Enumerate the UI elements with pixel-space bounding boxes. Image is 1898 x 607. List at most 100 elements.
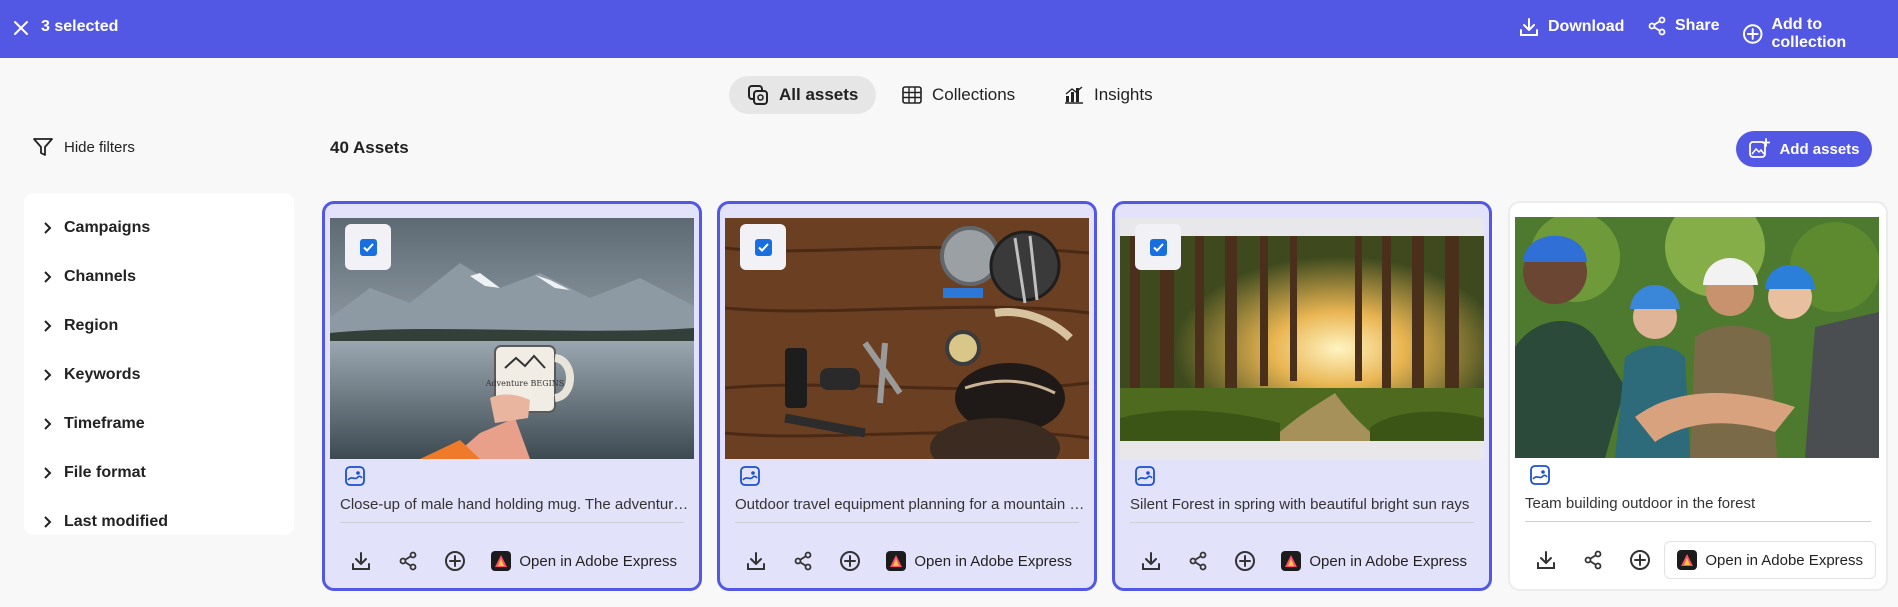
asset-card[interactable]: Adventure BEGINS Close-up of male hand h…: [322, 201, 702, 591]
divider: [1130, 522, 1474, 523]
tab-insights[interactable]: Insights: [1046, 76, 1171, 114]
add-to-collection-button[interactable]: Add to collection: [1742, 16, 1898, 52]
filter-last-modified[interactable]: Last modified: [24, 497, 294, 546]
asset-title: Close-up of male hand holding mug. The a…: [340, 496, 690, 513]
share-button[interactable]: [384, 541, 431, 581]
tab-label: Insights: [1094, 85, 1153, 104]
share-button[interactable]: [1569, 540, 1616, 580]
checkmark-icon: [754, 238, 772, 256]
open-label: Open in Adobe Express: [1309, 552, 1467, 570]
download-icon: [1536, 551, 1555, 569]
share-icon: [399, 551, 416, 571]
asset-actions: Open in Adobe Express: [1127, 541, 1479, 581]
tab-label: Collections: [932, 85, 1016, 104]
filter-label: Last modified: [64, 512, 169, 530]
asset-actions: Open in Adobe Express: [1522, 540, 1876, 580]
adobe-express-icon: [1281, 551, 1302, 571]
checkmark-icon: [1149, 238, 1167, 256]
download-button[interactable]: [337, 541, 384, 581]
share-icon: [1648, 16, 1666, 36]
filter-label: Keywords: [64, 365, 141, 383]
filter-label: Timeframe: [64, 414, 145, 432]
tab-label: All assets: [779, 85, 859, 104]
add-to-collection-label: Add to collection: [1771, 16, 1847, 51]
chevron-right-icon: [44, 466, 52, 479]
add-circle-icon: [1742, 24, 1763, 44]
select-checkbox[interactable]: [1135, 224, 1181, 270]
view-tabs: All assets Collections Insights: [0, 76, 1898, 114]
asset-card[interactable]: Team building outdoor in the forest Open…: [1508, 201, 1888, 591]
add-to-collection-button[interactable]: [826, 541, 873, 581]
hide-filters-label: Hide filters: [64, 138, 135, 156]
filter-timeframe[interactable]: Timeframe: [24, 399, 294, 448]
asset-card[interactable]: Silent Forest in spring with beautiful b…: [1112, 201, 1492, 591]
download-selected-button[interactable]: Download: [1518, 16, 1624, 38]
download-button[interactable]: [732, 541, 779, 581]
add-circle-icon: [1234, 551, 1255, 571]
filter-campaigns[interactable]: Campaigns: [24, 203, 294, 252]
share-selected-button[interactable]: Share: [1647, 16, 1719, 36]
image-type-icon: [345, 466, 365, 486]
grid-icon: [902, 86, 922, 104]
tab-all-assets[interactable]: All assets: [729, 76, 877, 114]
hide-filters-button[interactable]: Hide filters: [32, 136, 135, 158]
share-icon: [794, 551, 811, 571]
asset-title: Team building outdoor in the forest: [1525, 495, 1756, 512]
asset-card[interactable]: Outdoor travel equipment planning for a …: [717, 201, 1097, 591]
share-icon: [1189, 551, 1206, 571]
mug-text: Adventure BEGINS: [485, 379, 565, 388]
open-label: Open in Adobe Express: [519, 552, 677, 570]
insights-icon: [1065, 86, 1083, 104]
filter-channels[interactable]: Channels: [24, 252, 294, 301]
filter-file-format[interactable]: File format: [24, 448, 294, 497]
asset-thumbnail[interactable]: [1515, 217, 1879, 458]
share-button[interactable]: [1174, 541, 1221, 581]
open-in-adobe-express-button[interactable]: Open in Adobe Express: [1269, 542, 1479, 580]
divider: [340, 522, 684, 523]
select-checkbox[interactable]: [345, 224, 391, 270]
download-button[interactable]: [1127, 541, 1174, 581]
asset-actions: Open in Adobe Express: [732, 541, 1084, 581]
add-assets-button[interactable]: Add assets: [1736, 131, 1872, 167]
filter-region[interactable]: Region: [24, 301, 294, 350]
checkmark-icon: [359, 238, 377, 256]
filter-label: Region: [64, 316, 119, 334]
download-icon: [351, 552, 370, 570]
filter-label: Channels: [64, 267, 137, 285]
open-in-adobe-express-button[interactable]: Open in Adobe Express: [874, 542, 1084, 580]
add-circle-icon: [444, 551, 465, 571]
add-image-icon: [1749, 138, 1771, 158]
image-type-icon: [1135, 466, 1155, 486]
divider: [735, 522, 1079, 523]
select-checkbox[interactable]: [740, 224, 786, 270]
download-label: Download: [1548, 18, 1625, 35]
share-button[interactable]: [779, 541, 826, 581]
add-to-collection-button[interactable]: [1221, 541, 1268, 581]
adobe-express-icon: [491, 551, 512, 571]
open-label: Open in Adobe Express: [914, 552, 1072, 570]
adobe-express-icon: [886, 551, 907, 571]
filter-keywords[interactable]: Keywords: [24, 350, 294, 399]
adobe-express-icon: [1677, 550, 1698, 570]
image-type-icon: [1530, 465, 1550, 485]
open-in-adobe-express-button[interactable]: Open in Adobe Express: [479, 542, 689, 580]
filter-panel: Campaigns Channels Region Keywords Timef…: [24, 193, 294, 535]
asset-title: Outdoor travel equipment planning for a …: [735, 496, 1085, 513]
open-label: Open in Adobe Express: [1705, 551, 1863, 569]
add-circle-icon: [839, 551, 860, 571]
image-type-icon: [740, 466, 760, 486]
add-circle-icon: [1629, 550, 1650, 570]
add-assets-label: Add assets: [1779, 140, 1860, 158]
open-in-adobe-express-button[interactable]: Open in Adobe Express: [1664, 541, 1876, 579]
filter-label: File format: [64, 463, 146, 481]
tab-collections[interactable]: Collections: [884, 76, 1033, 114]
close-icon[interactable]: [10, 17, 32, 39]
add-to-collection-button[interactable]: [431, 541, 478, 581]
selection-bar: 3 selected Download Share Add to collect…: [0, 0, 1898, 58]
download-button[interactable]: [1522, 540, 1569, 580]
share-label: Share: [1675, 17, 1720, 34]
add-to-collection-button[interactable]: [1616, 540, 1663, 580]
chevron-right-icon: [44, 515, 52, 528]
asset-count: 40 Assets: [330, 138, 409, 157]
asset-actions: Open in Adobe Express: [337, 541, 689, 581]
